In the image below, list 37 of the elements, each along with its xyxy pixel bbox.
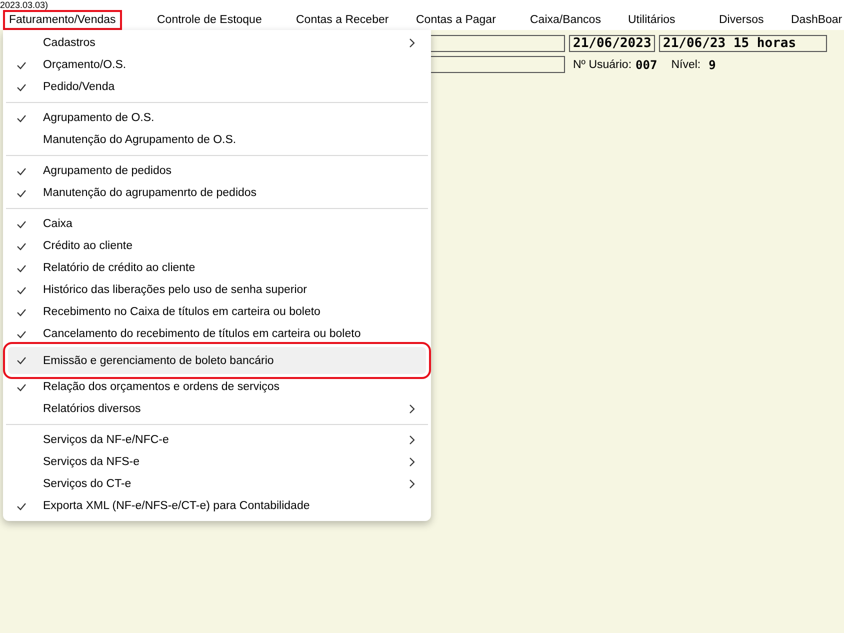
menu-item[interactable]: Relação dos orçamentos e ordens de serviços xyxy=(6,376,428,398)
menu-bar-item[interactable]: Utilitários xyxy=(622,10,682,30)
menu-item[interactable]: Recebimento no Caixa de títulos em carteira ou boleto xyxy=(6,301,428,323)
menu-item[interactable]: Exporta XML (NF-e/NFS-e/CT-e) para Contabilidade xyxy=(6,495,428,517)
user-label: Nº Usuário: xyxy=(573,58,632,70)
user-value: 007 xyxy=(636,58,658,72)
menu-item[interactable]: Relatório de crédito ao cliente xyxy=(6,257,428,279)
menu-bar-item[interactable]: DashBoar xyxy=(785,10,844,30)
menu-item[interactable]: Histórico das liberações pelo uso de senha superior xyxy=(6,279,428,301)
text-field[interactable] xyxy=(430,35,565,52)
date-field: 21/06/2023 xyxy=(569,35,655,52)
menu-item[interactable]: Emissão e gerenciamento de boleto bancário xyxy=(8,347,426,374)
menu-item[interactable]: Cadastros xyxy=(6,32,428,54)
level-value: 9 xyxy=(708,58,716,72)
menu-item[interactable]: Agrupamento de pedidos xyxy=(6,160,428,182)
version-text: 2023.03.03) xyxy=(0,0,48,10)
menu-item[interactable]: Pedido/Venda xyxy=(6,76,428,98)
menu-item[interactable]: Orçamento/O.S. xyxy=(6,54,428,76)
menu-item[interactable]: Caixa xyxy=(6,213,428,235)
menu-item[interactable]: Serviços da NFS-e xyxy=(6,451,428,473)
menu-item[interactable]: Manutenção do Agrupamento de O.S. xyxy=(6,129,428,151)
level-label: Nível: xyxy=(671,58,701,70)
datetime-field: 21/06/23 15 horas xyxy=(659,35,827,52)
menu-bar-item[interactable]: Contas a Receber xyxy=(290,10,395,30)
menu-bar-item[interactable]: Faturamento/Vendas xyxy=(3,10,122,30)
menu-bar-item[interactable]: Caixa/Bancos xyxy=(524,10,607,30)
menu-item[interactable]: Relatórios diversos xyxy=(6,398,428,420)
menu-item[interactable]: Serviços do CT-e xyxy=(6,473,428,495)
menu-item[interactable]: Cancelamento do recebimento de títulos em carteira ou boleto xyxy=(6,323,428,345)
menu-bar-item[interactable]: Controle de Estoque xyxy=(151,10,268,30)
menu-item[interactable]: Agrupamento de O.S. xyxy=(6,107,428,129)
menu-item[interactable]: Crédito ao cliente xyxy=(6,235,428,257)
menu-item[interactable]: Serviços da NF-e/NFC-e xyxy=(6,429,428,451)
text-field[interactable] xyxy=(430,56,565,73)
menu-item[interactable]: Manutenção do agrupamenrto de pedidos xyxy=(6,182,428,204)
menu-bar-item[interactable]: Diversos xyxy=(713,10,770,30)
menu-bar-item[interactable]: Contas a Pagar xyxy=(410,10,502,30)
